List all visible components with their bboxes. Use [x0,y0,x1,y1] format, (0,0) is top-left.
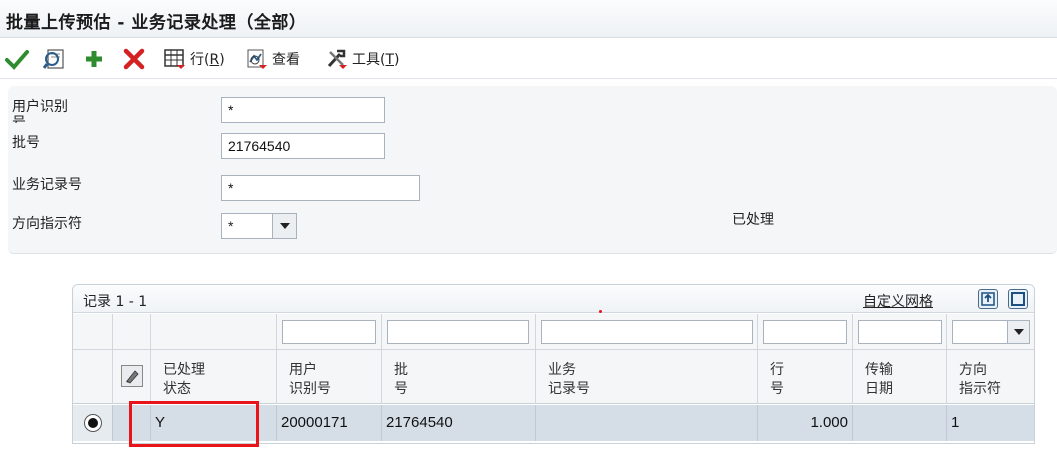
select-button[interactable] [5,47,29,71]
chevron-down-icon [1013,329,1024,335]
cell-direction: 1 [951,414,960,431]
table-row[interactable]: Y 20000171 21764540 1.000 1 [73,405,1034,441]
filter-transfer-date[interactable] [858,320,942,344]
direction-label: 方向指示符 [12,216,82,232]
cell-transfer-date [853,405,947,441]
cell-processed: Y [151,405,277,441]
find-icon [42,49,64,69]
direction-dropdown-button[interactable] [272,214,296,238]
filter-line-number[interactable] [763,320,847,344]
delete-button[interactable] [122,47,146,71]
col-txn-number[interactable]: 业务 记录号 [536,350,758,404]
edit-pencil-icon [121,365,143,387]
results-grid: 记录 1 - 1 自定义网格 已处理 状态 用户 识别号 批 号 业务 记录号 … [72,284,1035,444]
view-icon [247,49,267,69]
chevron-down-icon [279,223,290,229]
export-button[interactable] [978,289,998,309]
checkmark-icon [5,50,29,70]
user-id-input[interactable] [221,97,385,123]
tools-icon [327,49,347,69]
row-attachment-cell [113,405,151,441]
batch-input[interactable] [221,133,385,159]
view-label: 查看 [272,52,300,68]
row-radio-button[interactable] [84,414,102,432]
radio-selected-dot [88,418,98,428]
filter-direction-dropdown[interactable] [1007,321,1029,343]
tools-menu[interactable]: 工具(T) [325,47,400,71]
red-marker-dot [599,310,602,313]
processed-label: 已处理 [732,212,774,228]
col-transfer-date[interactable]: 传输 日期 [853,350,947,404]
filter-user-id[interactable] [282,320,376,344]
toolbar: 行(R) 查看 工具(T) [0,39,1057,79]
col-batch-number[interactable]: 批号 [382,350,536,404]
cell-txn-number [536,405,758,441]
col-line-number[interactable]: 行号 [758,350,853,404]
filter-direction-select[interactable] [952,320,1030,344]
customize-grid-link[interactable]: 自定义网格 [863,291,933,311]
plus-icon [86,51,102,67]
query-form: 用户识别 号 批号 业务记录号 方向指示符 * 已处理 [8,86,1057,254]
add-button[interactable] [82,47,106,71]
col-processed-status[interactable]: 已处理 状态 [151,350,277,404]
grid-header: 记录 1 - 1 自定义网格 [73,285,1034,313]
cell-batch: 21764540 [382,405,536,441]
export-icon [981,292,995,306]
row-select-cell [73,405,113,441]
row-menu[interactable]: 行(R) [163,47,225,71]
page-title: 批量上传预估 - 业务记录处理（全部） [6,13,307,33]
filter-batch[interactable] [387,320,529,344]
view-menu[interactable]: 查看 [245,47,300,71]
title-bar: 批量上传预估 - 业务记录处理（全部） [0,0,1057,38]
col-direction[interactable]: 方向 指示符 [947,350,1034,404]
batch-label: 批号 [12,135,40,151]
direction-value: * [228,218,234,234]
grid-rows-icon [164,49,185,69]
txn-number-input[interactable] [221,175,420,201]
cell-line-number: 1.000 [758,405,853,441]
filter-row [73,314,1034,350]
x-icon [123,48,145,70]
column-header-row: 已处理 状态 用户 识别号 批号 业务 记录号 行号 传输 日期 方向 指示符 [73,350,1034,404]
attachment-column-header[interactable] [113,350,151,404]
cell-user-id: 20000171 [277,405,382,441]
col-user-id[interactable]: 用户 识别号 [277,350,382,404]
maximize-grid-button[interactable] [1008,289,1028,309]
txn-number-label: 业务记录号 [12,177,82,193]
filter-txn-number[interactable] [541,320,753,344]
user-id-label: 用户识别 号 [12,99,68,123]
select-column-header [73,350,113,404]
find-button[interactable] [42,47,68,71]
direction-select[interactable]: * [221,213,297,239]
maximize-icon [1011,292,1025,306]
record-count: 记录 1 - 1 [83,294,148,310]
